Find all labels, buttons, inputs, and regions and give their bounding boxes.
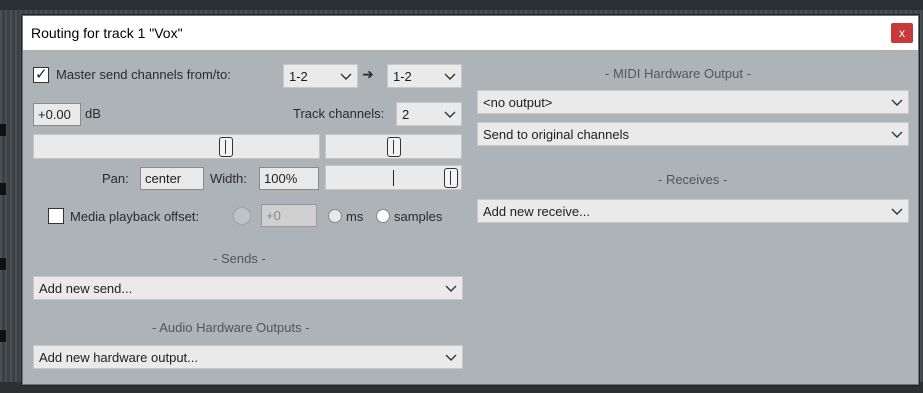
chevron-down-icon — [891, 99, 903, 106]
midi-output-select[interactable]: <no output> — [477, 90, 909, 114]
media-offset-input[interactable]: +0 — [261, 204, 317, 227]
track-channels-select[interactable]: 2 — [396, 102, 462, 126]
volume-unit: dB — [85, 106, 101, 121]
radio-ms-label: ms — [346, 209, 364, 224]
chevron-down-icon — [445, 354, 457, 361]
pan-input[interactable]: center — [140, 167, 204, 190]
add-receive-select[interactable]: Add new receive... — [477, 199, 909, 223]
width-input[interactable]: 100% — [259, 167, 319, 190]
audio-hw-heading: - Audio Hardware Outputs - — [152, 320, 310, 335]
window-title: Routing for track 1 "Vox" — [31, 25, 183, 41]
width-center-marker — [393, 170, 394, 186]
volume-slider-handle[interactable] — [219, 137, 233, 157]
radio-samples[interactable] — [376, 209, 390, 223]
midi-channels-select[interactable]: Send to original channels — [477, 122, 909, 146]
volume-slider[interactable] — [33, 134, 320, 159]
track-channels-label: Track channels: — [293, 106, 385, 121]
volume-input[interactable]: +0.00 — [33, 103, 81, 126]
chevron-down-icon — [444, 73, 456, 80]
media-offset-label: Media playback offset: — [70, 209, 200, 224]
chevron-down-icon — [444, 111, 456, 118]
master-send-from-select[interactable]: 1-2 — [283, 64, 358, 88]
master-send-label: Master send channels from/to: — [56, 67, 231, 82]
width-slider-handle[interactable] — [444, 168, 458, 188]
track-marker — [0, 330, 6, 342]
timeline-strip — [0, 0, 923, 10]
width-label: Width: — [210, 171, 247, 186]
chevron-down-icon — [445, 285, 457, 292]
master-send-to-select[interactable]: 1-2 — [387, 64, 462, 88]
track-marker — [0, 258, 6, 270]
checkmark-icon: ✓ — [35, 66, 48, 83]
pan-label: Pan: — [102, 171, 129, 186]
master-send-checkbox[interactable]: ✓ — [33, 66, 49, 83]
chevron-down-icon — [891, 131, 903, 138]
radio-ms[interactable] — [328, 209, 342, 223]
arrow-right-icon: ➜ — [362, 66, 374, 82]
media-offset-knob[interactable] — [233, 207, 251, 225]
pan-slider[interactable] — [325, 134, 462, 159]
add-send-select[interactable]: Add new send... — [33, 276, 463, 300]
width-slider[interactable] — [325, 165, 462, 190]
pan-slider-handle[interactable] — [387, 137, 401, 157]
radio-samples-label: samples — [394, 209, 443, 224]
close-button[interactable]: x — [891, 23, 913, 43]
chevron-down-icon — [340, 73, 352, 80]
track-marker — [0, 183, 6, 195]
sends-heading: - Sends - — [213, 251, 266, 266]
media-offset-checkbox[interactable] — [48, 208, 64, 224]
track-marker — [0, 124, 6, 136]
add-hw-output-select[interactable]: Add new hardware output... — [33, 345, 463, 369]
title-bar[interactable]: Routing for track 1 "Vox" x — [23, 16, 918, 50]
chevron-down-icon — [891, 208, 903, 215]
routing-dialog: Routing for track 1 "Vox" x ✓ Master sen… — [22, 15, 919, 385]
close-icon: x — [899, 26, 905, 40]
receives-heading: - Receives - — [658, 172, 728, 187]
midi-hw-heading: - MIDI Hardware Output - — [605, 66, 751, 81]
